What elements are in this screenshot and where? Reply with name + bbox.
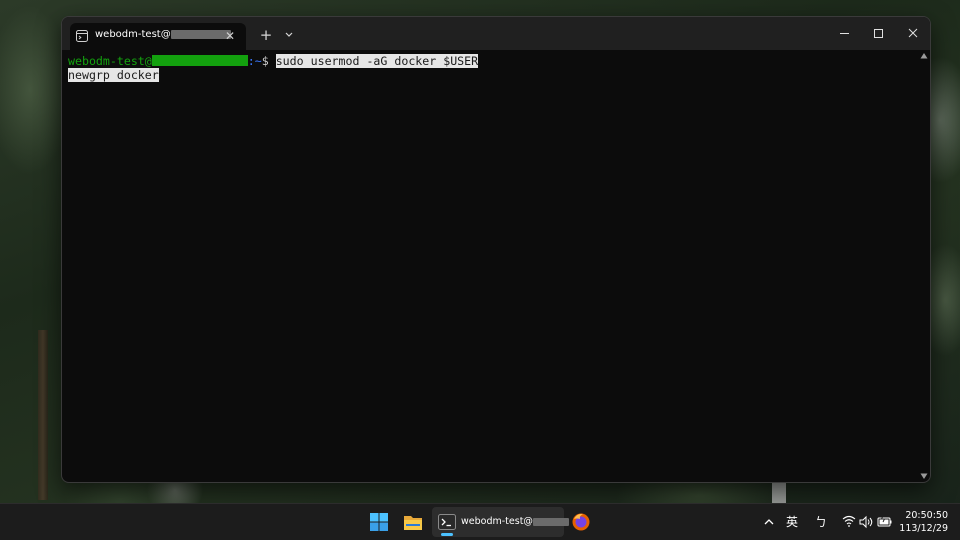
- tab-dropdown-chevron-icon[interactable]: [279, 26, 299, 44]
- terminal-line-1: webodm-test@ :~$ sudo usermod -aG docker …: [68, 54, 912, 68]
- terminal-tab-icon: [76, 30, 88, 42]
- maximize-button[interactable]: [862, 17, 896, 50]
- new-tab-button[interactable]: +: [256, 26, 276, 44]
- tab-title: webodm-test@: [95, 29, 231, 40]
- tab-close-button[interactable]: ✕: [222, 28, 238, 44]
- minimize-button[interactable]: [828, 17, 862, 50]
- redacted-host: [532, 517, 569, 526]
- prompt-symbol: $: [261, 54, 276, 68]
- terminal-scrollbar[interactable]: [918, 50, 930, 482]
- terminal-line-2: newgrp docker: [68, 68, 912, 82]
- redacted-hostname: [151, 55, 248, 66]
- ime-language-indicator[interactable]: 英: [784, 504, 800, 540]
- windows-start-icon[interactable]: [366, 507, 392, 537]
- system-clock[interactable]: 20:50:50 113/12/29: [899, 509, 948, 535]
- terminal-window: webodm-test@ ✕ + webodm-test@ :~$ sudo us…: [61, 16, 931, 483]
- ime-mode-indicator[interactable]: ㄅ: [813, 504, 829, 540]
- taskbar: webodm-test@ 英 ㄅ 20:50:50 113/12/29: [0, 503, 960, 540]
- scroll-up-arrow-icon[interactable]: [920, 52, 928, 60]
- prompt-path: :~: [247, 54, 262, 68]
- prompt-user: webodm-test@: [68, 54, 152, 68]
- close-window-button[interactable]: [896, 17, 930, 50]
- terminal-app-icon: [438, 514, 456, 530]
- file-explorer-icon[interactable]: [400, 507, 426, 537]
- active-indicator: [441, 533, 453, 536]
- battery-icon[interactable]: [877, 504, 893, 540]
- clock-time: 20:50:50: [905, 510, 948, 521]
- clock-date: 113/12/29: [899, 523, 948, 534]
- selected-command-1[interactable]: sudo usermod -aG docker $USER: [275, 54, 479, 68]
- title-bar[interactable]: webodm-test@ ✕ +: [62, 17, 930, 50]
- wifi-icon[interactable]: [842, 504, 856, 540]
- taskbar-terminal-label: webodm-test@: [461, 516, 569, 527]
- terminal-output[interactable]: webodm-test@ :~$ sudo usermod -aG docker …: [62, 50, 918, 482]
- terminal-tab[interactable]: webodm-test@ ✕: [70, 23, 246, 50]
- firefox-icon[interactable]: [568, 507, 594, 537]
- volume-icon[interactable]: [859, 504, 873, 540]
- selected-command-2[interactable]: newgrp docker: [68, 68, 159, 82]
- taskbar-terminal-button[interactable]: webodm-test@: [432, 507, 569, 537]
- scroll-down-arrow-icon[interactable]: [920, 472, 928, 480]
- show-hidden-icons-chevron-icon[interactable]: [762, 504, 776, 540]
